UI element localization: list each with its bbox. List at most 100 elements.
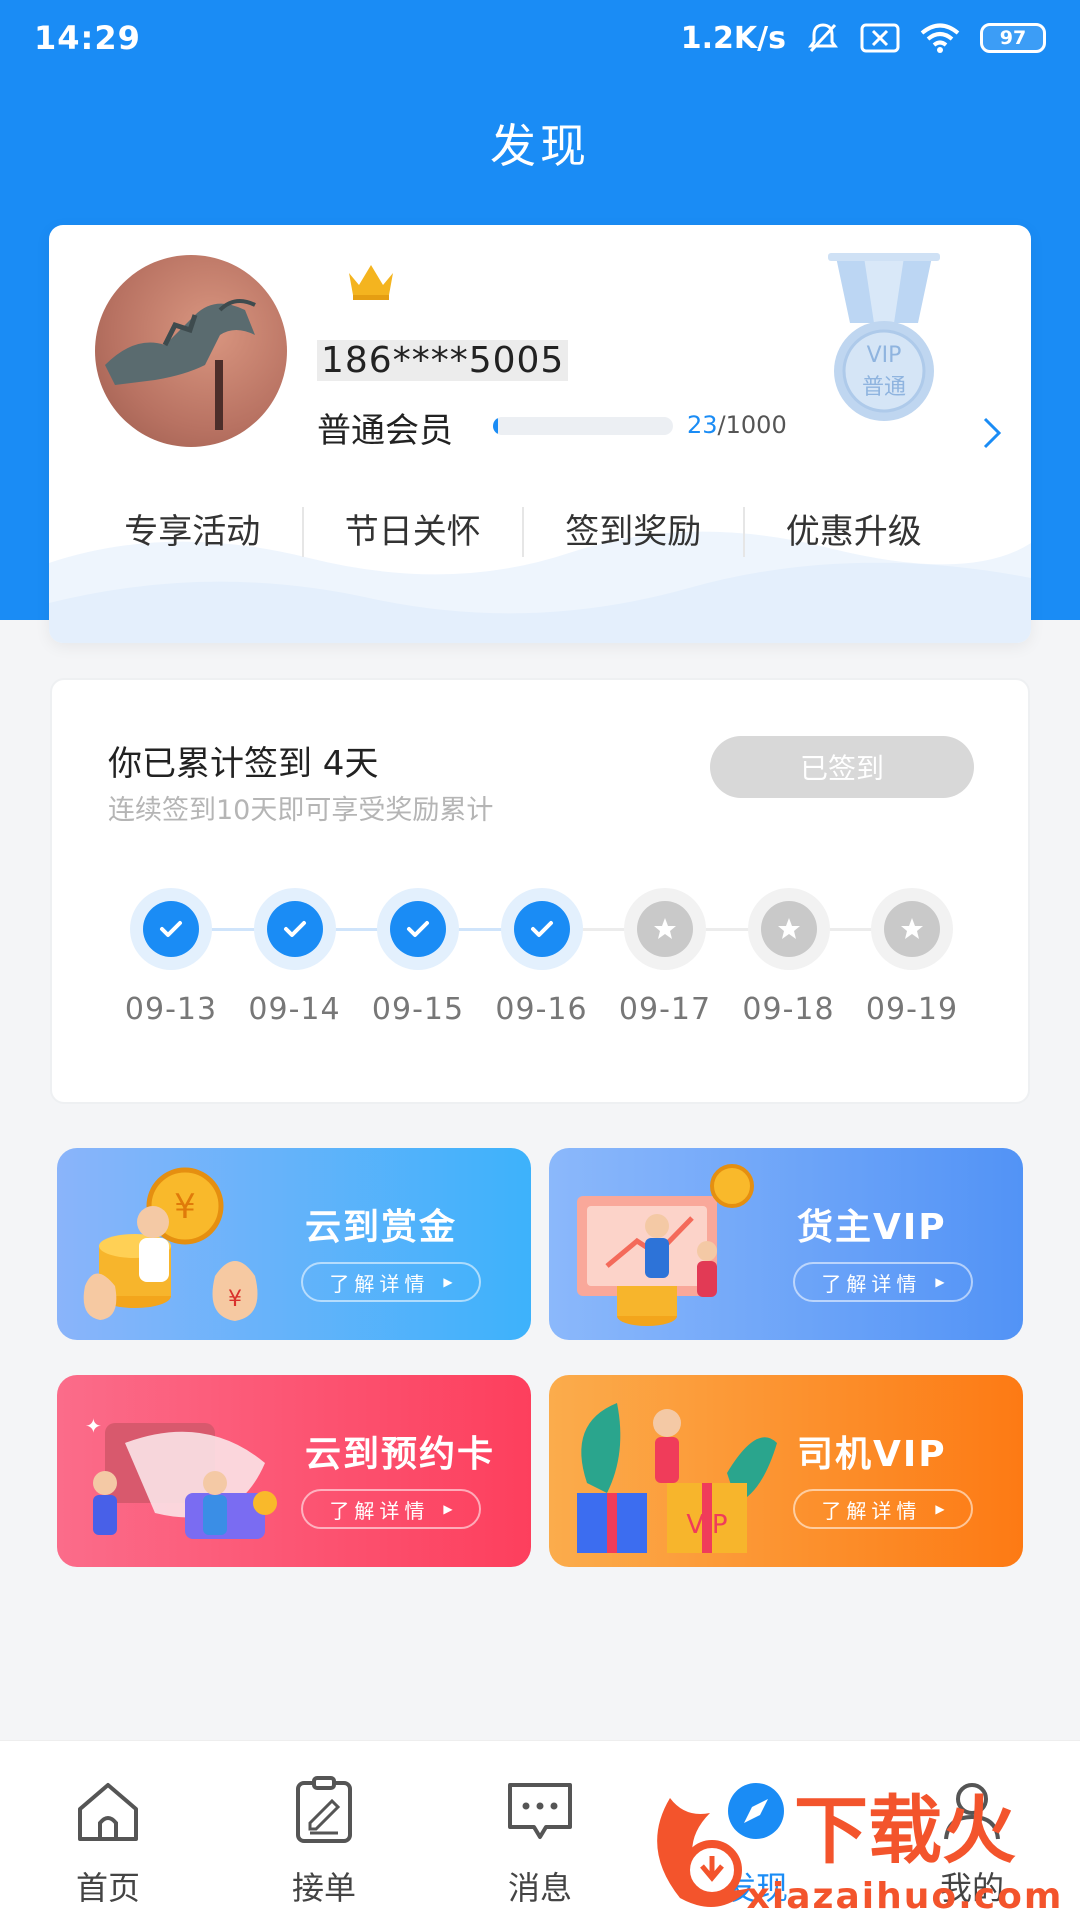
watermark-logo: 下载火 xiazaihuo.com <box>657 1788 1064 1917</box>
learn-more-button[interactable]: 了解详情 ▶ <box>793 1489 973 1529</box>
checkin-date: 09-13 <box>124 992 218 1027</box>
learn-more-button[interactable]: 了解详情 ▶ <box>301 1489 481 1529</box>
svg-text:¥: ¥ <box>228 1287 242 1312</box>
gift-illustration: VIP <box>577 1403 777 1553</box>
points-progress-bar <box>493 417 673 435</box>
coins-illustration: ¥ ¥ <box>83 1167 258 1321</box>
checkin-day: 09-18 <box>727 888 851 1027</box>
checkmark-icon <box>283 921 306 937</box>
perk-holiday-care[interactable]: 节日关怀 <box>304 507 524 557</box>
checkin-dot-halo <box>130 888 212 970</box>
checkin-date: 09-15 <box>371 992 465 1027</box>
watermark-url: xiazaihuo.com <box>747 1876 1064 1917</box>
promo-card-reservation[interactable]: ✦ 云到预约卡 了解详情 ▶ <box>57 1375 531 1567</box>
home-icon <box>78 1783 138 1841</box>
learn-more-button[interactable]: 了解详情 ▶ <box>301 1262 481 1302</box>
points-progress-text: 23/1000 <box>687 411 787 439</box>
checked-in-button[interactable]: 已签到 <box>710 736 974 798</box>
checkin-day: 09-15 <box>356 888 480 1027</box>
nav-messages[interactable]: 消息 <box>432 1741 648 1920</box>
checkin-card: 你已累计签到 4天 连续签到10天即可享受奖励累计 已签到 09-13 09-14… <box>50 678 1030 1104</box>
promo-title: 云到预约卡 <box>305 1434 496 1475</box>
business-illustration <box>577 1164 754 1326</box>
learn-more-button[interactable]: 了解详情 ▶ <box>793 1262 973 1302</box>
status-time: 14:29 <box>34 19 141 57</box>
promo-card-driver-vip[interactable]: VIP 司机VIP 了解详情 ▶ <box>549 1375 1023 1567</box>
checkin-dot-halo <box>871 888 953 970</box>
promo-title: 云到赏金 <box>305 1207 458 1248</box>
checkin-day: 09-13 <box>109 888 233 1027</box>
checkmark-icon <box>160 921 182 937</box>
medal-text-vip: VIP <box>866 343 902 368</box>
checkin-dot <box>143 901 199 957</box>
reservation-card-illustration: ✦ <box>85 1414 277 1539</box>
checkin-dot <box>390 901 446 957</box>
svg-text:VIP: VIP <box>686 1510 727 1540</box>
checkin-day: 09-17 <box>603 888 727 1027</box>
checkin-dot <box>637 901 693 957</box>
points-progress-fill <box>493 417 499 435</box>
member-perks: 专享活动 节日关怀 签到奖励 优惠升级 <box>83 507 963 557</box>
member-level: 普通会员 <box>317 411 453 451</box>
checkin-date: 09-16 <box>495 992 588 1027</box>
checkin-date: 09-14 <box>248 992 341 1027</box>
crown-icon <box>349 265 393 300</box>
checkin-dot <box>266 901 323 957</box>
promo-title: 货主VIP <box>797 1207 947 1248</box>
checkmark-icon <box>407 921 429 937</box>
watermark-brand: 下载火 <box>794 1788 1016 1874</box>
points-total: /1000 <box>717 411 787 439</box>
member-phone: 186****5005 <box>317 340 569 381</box>
avatar[interactable] <box>95 255 287 447</box>
checkin-day: 09-19 <box>850 888 974 1027</box>
checkin-day: 09-16 <box>480 888 604 1027</box>
network-speed: 1.2K/s <box>680 20 786 56</box>
nav-orders[interactable]: 接单 <box>216 1741 432 1920</box>
checkin-date: 09-17 <box>618 992 712 1027</box>
checkin-title: 你已累计签到 4天 <box>108 744 379 784</box>
checkin-dot-halo <box>747 888 830 970</box>
checkin-date: 09-18 <box>742 992 835 1027</box>
svg-text:¥: ¥ <box>174 1187 196 1227</box>
checkin-dot-halo <box>377 888 459 970</box>
checkin-dot-halo <box>500 888 583 970</box>
checkin-date: 09-19 <box>865 992 959 1027</box>
checkin-day: 09-14 <box>233 888 357 1027</box>
promo-card-shipper-vip[interactable]: 货主VIP 了解详情 ▶ <box>549 1148 1023 1340</box>
perk-checkin-reward[interactable]: 签到奖励 <box>524 507 745 557</box>
page-title: 发现 <box>490 119 590 173</box>
checkin-dot <box>884 901 940 957</box>
mute-icon <box>806 21 840 55</box>
status-bar: 14:29 1.2K/s 97 <box>0 0 1080 76</box>
message-icon <box>508 1783 572 1839</box>
chevron-right-icon[interactable] <box>975 413 1009 453</box>
battery-indicator: 97 <box>980 23 1046 53</box>
points-current: 23 <box>687 411 718 439</box>
checkin-dot <box>760 901 817 957</box>
star-icon <box>777 918 800 939</box>
checkmark-icon <box>530 921 553 937</box>
perk-discount-upgrade[interactable]: 优惠升级 <box>745 507 964 557</box>
clipboard-icon <box>296 1776 352 1843</box>
play-arrow-icon: ▶ <box>443 1502 453 1516</box>
perk-exclusive-activity[interactable]: 专享活动 <box>83 507 304 557</box>
play-arrow-icon: ▶ <box>443 1275 453 1289</box>
star-icon <box>901 918 923 939</box>
nav-home[interactable]: 首页 <box>0 1741 216 1920</box>
checkin-timeline: 09-13 09-14 09-15 09-16 09-17 09-18 09-19 <box>52 888 1032 1048</box>
promo-card-bounty[interactable]: ¥ ¥ 云到赏金 了解详情 ▶ <box>57 1148 531 1340</box>
checkin-dot-halo <box>253 888 336 970</box>
medal-text-level: 普通 <box>861 375 906 400</box>
status-indicators: 1.2K/s 97 <box>681 21 1046 56</box>
nav-label: 首页 <box>75 1869 140 1907</box>
play-arrow-icon: ▶ <box>935 1275 945 1289</box>
play-arrow-icon: ▶ <box>935 1502 945 1516</box>
member-card[interactable]: 186****5005 普通会员 23/1000 VIP 普通 专享活动 节日关… <box>49 225 1031 643</box>
promo-title: 司机VIP <box>797 1434 947 1475</box>
star-icon <box>654 918 676 939</box>
checkin-dot <box>513 901 570 957</box>
nav-label: 消息 <box>507 1869 572 1907</box>
checkin-dot-halo <box>624 888 706 970</box>
nav-label: 接单 <box>291 1869 356 1907</box>
checkin-subtitle: 连续签到10天即可享受奖励累计 <box>108 795 494 826</box>
